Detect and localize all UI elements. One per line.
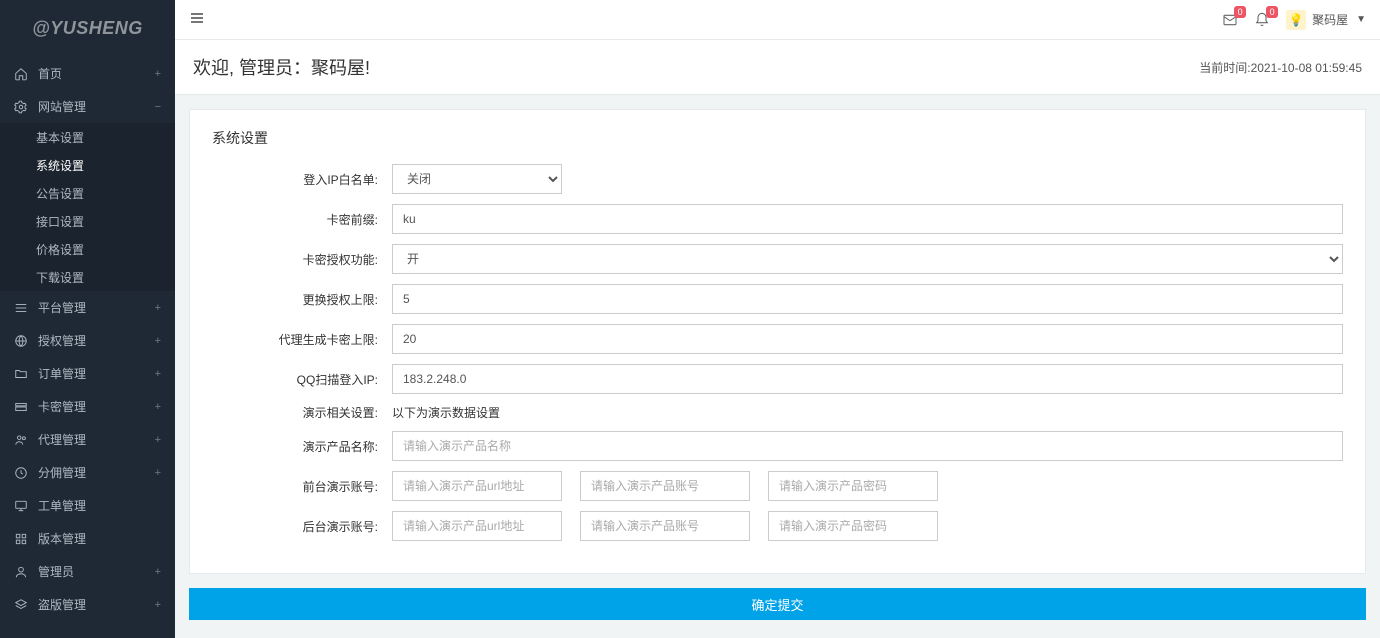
submenu-item-1-3[interactable]: 接口设置	[0, 207, 175, 235]
sidebar-item-label: 版本管理	[38, 530, 86, 547]
chevron-down-icon: ▼	[1356, 14, 1366, 25]
input-card-prefix[interactable]	[392, 204, 1343, 234]
user-icon	[14, 565, 28, 579]
submenu-item-1-2[interactable]: 公告设置	[0, 179, 175, 207]
expand-icon: +	[155, 599, 161, 611]
user-menu[interactable]: 💡 聚码屋 ▼	[1286, 10, 1366, 30]
input-back-account[interactable]	[580, 511, 750, 541]
mail-icon[interactable]: 0	[1222, 12, 1238, 28]
sidebar-item-label: 管理员	[38, 563, 74, 580]
globe-icon	[14, 334, 28, 348]
main-menu: 首页+网站管理−基本设置系统设置公告设置接口设置价格设置下载设置平台管理+授权管…	[0, 57, 175, 621]
avatar: 💡	[1286, 10, 1306, 30]
sidebar-item-11[interactable]: 盗版管理 +	[0, 588, 175, 621]
input-back-url[interactable]	[392, 511, 562, 541]
demo-header-text: 以下为演示数据设置	[392, 406, 500, 420]
expand-icon: +	[155, 335, 161, 347]
sidebar-item-label: 卡密管理	[38, 398, 86, 415]
expand-icon: +	[155, 467, 161, 479]
current-time: 当前时间:2021-10-08 01:59:45	[1199, 59, 1362, 76]
label-swap-limit: 更换授权上限:	[212, 291, 392, 308]
label-demo-name: 演示产品名称:	[212, 438, 392, 455]
welcome-text: 欢迎, 管理员：聚码屋!	[193, 54, 370, 80]
input-demo-name[interactable]	[392, 431, 1343, 461]
sidebar-item-8[interactable]: 工单管理	[0, 489, 175, 522]
panel-title: 系统设置	[190, 110, 1365, 156]
expand-icon: +	[155, 302, 161, 314]
submenu-item-1-4[interactable]: 价格设置	[0, 235, 175, 263]
input-front-url[interactable]	[392, 471, 562, 501]
sidebar: @YUSHENG 首页 + 网站管理 − 基本设置系统设置公告设置接口设置价格设置下载设…	[0, 0, 175, 638]
grid-icon	[14, 532, 28, 546]
label-back-demo: 后台演示账号:	[212, 518, 392, 535]
sidebar-item-0[interactable]: 首页 +	[0, 57, 175, 90]
expand-icon: +	[155, 368, 161, 380]
sidebar-item-label: 授权管理	[38, 332, 86, 349]
sidebar-item-label: 分佣管理	[38, 464, 86, 481]
monitor-icon	[14, 499, 28, 513]
username: 聚码屋	[1312, 11, 1348, 28]
input-front-password[interactable]	[768, 471, 938, 501]
input-front-account[interactable]	[580, 471, 750, 501]
submenu-item-1-5[interactable]: 下载设置	[0, 263, 175, 291]
input-qq-ip[interactable]	[392, 364, 1343, 394]
sidebar-item-5[interactable]: 卡密管理 +	[0, 390, 175, 423]
sidebar-item-label: 盗版管理	[38, 596, 86, 613]
submit-button[interactable]: 确定提交	[189, 588, 1366, 620]
label-front-demo: 前台演示账号:	[212, 478, 392, 495]
settings-panel: 系统设置 登入IP白名单: 关闭开启 卡密前缀: 卡密授权功能: 开关	[189, 109, 1366, 574]
sidebar-item-label: 代理管理	[38, 431, 86, 448]
expand-icon: +	[155, 68, 161, 80]
label-ip-whitelist: 登入IP白名单:	[212, 171, 392, 188]
welcome-bar: 欢迎, 管理员：聚码屋! 当前时间:2021-10-08 01:59:45	[175, 40, 1380, 95]
input-back-password[interactable]	[768, 511, 938, 541]
gear-icon	[14, 100, 28, 114]
sidebar-item-10[interactable]: 管理员 +	[0, 555, 175, 588]
select-ip-whitelist[interactable]: 关闭开启	[392, 164, 562, 194]
sidebar-item-2[interactable]: 平台管理 +	[0, 291, 175, 324]
sidebar-item-4[interactable]: 订单管理 +	[0, 357, 175, 390]
brand-logo: @YUSHENG	[0, 0, 175, 57]
layers-icon	[14, 598, 28, 612]
sidebar-item-6[interactable]: 代理管理 +	[0, 423, 175, 456]
home-icon	[14, 67, 28, 81]
submenu-item-1-0[interactable]: 基本设置	[0, 123, 175, 151]
mail-badge: 0	[1234, 6, 1246, 18]
folder-icon	[14, 367, 28, 381]
sidebar-item-3[interactable]: 授权管理 +	[0, 324, 175, 357]
label-card-prefix: 卡密前缀:	[212, 211, 392, 228]
sidebar-item-label: 首页	[38, 65, 62, 82]
select-card-auth[interactable]: 开关	[392, 244, 1343, 274]
sidebar-item-label: 平台管理	[38, 299, 86, 316]
folder2-icon	[14, 400, 28, 414]
topbar: 0 0 💡 聚码屋 ▼	[175, 0, 1380, 40]
hamburger-icon[interactable]	[189, 10, 205, 29]
label-demo-header: 演示相关设置:	[212, 404, 392, 421]
sidebar-item-label: 工单管理	[38, 497, 86, 514]
input-agent-card-limit[interactable]	[392, 324, 1343, 354]
users-icon	[14, 433, 28, 447]
submenu-item-1-1[interactable]: 系统设置	[0, 151, 175, 179]
label-qq-ip: QQ扫描登入IP:	[212, 371, 392, 388]
menu-icon	[14, 301, 28, 315]
clock-icon	[14, 466, 28, 480]
expand-icon: +	[155, 434, 161, 446]
expand-icon: −	[155, 101, 161, 113]
bell-badge: 0	[1266, 6, 1278, 18]
sidebar-item-9[interactable]: 版本管理	[0, 522, 175, 555]
expand-icon: +	[155, 566, 161, 578]
sidebar-item-label: 网站管理	[38, 98, 86, 115]
expand-icon: +	[155, 401, 161, 413]
input-swap-limit[interactable]	[392, 284, 1343, 314]
sidebar-item-7[interactable]: 分佣管理 +	[0, 456, 175, 489]
label-agent-card-limit: 代理生成卡密上限:	[212, 331, 392, 348]
sidebar-item-label: 订单管理	[38, 365, 86, 382]
sidebar-item-1[interactable]: 网站管理 −	[0, 90, 175, 123]
label-card-auth: 卡密授权功能:	[212, 251, 392, 268]
bell-icon[interactable]: 0	[1254, 12, 1270, 28]
